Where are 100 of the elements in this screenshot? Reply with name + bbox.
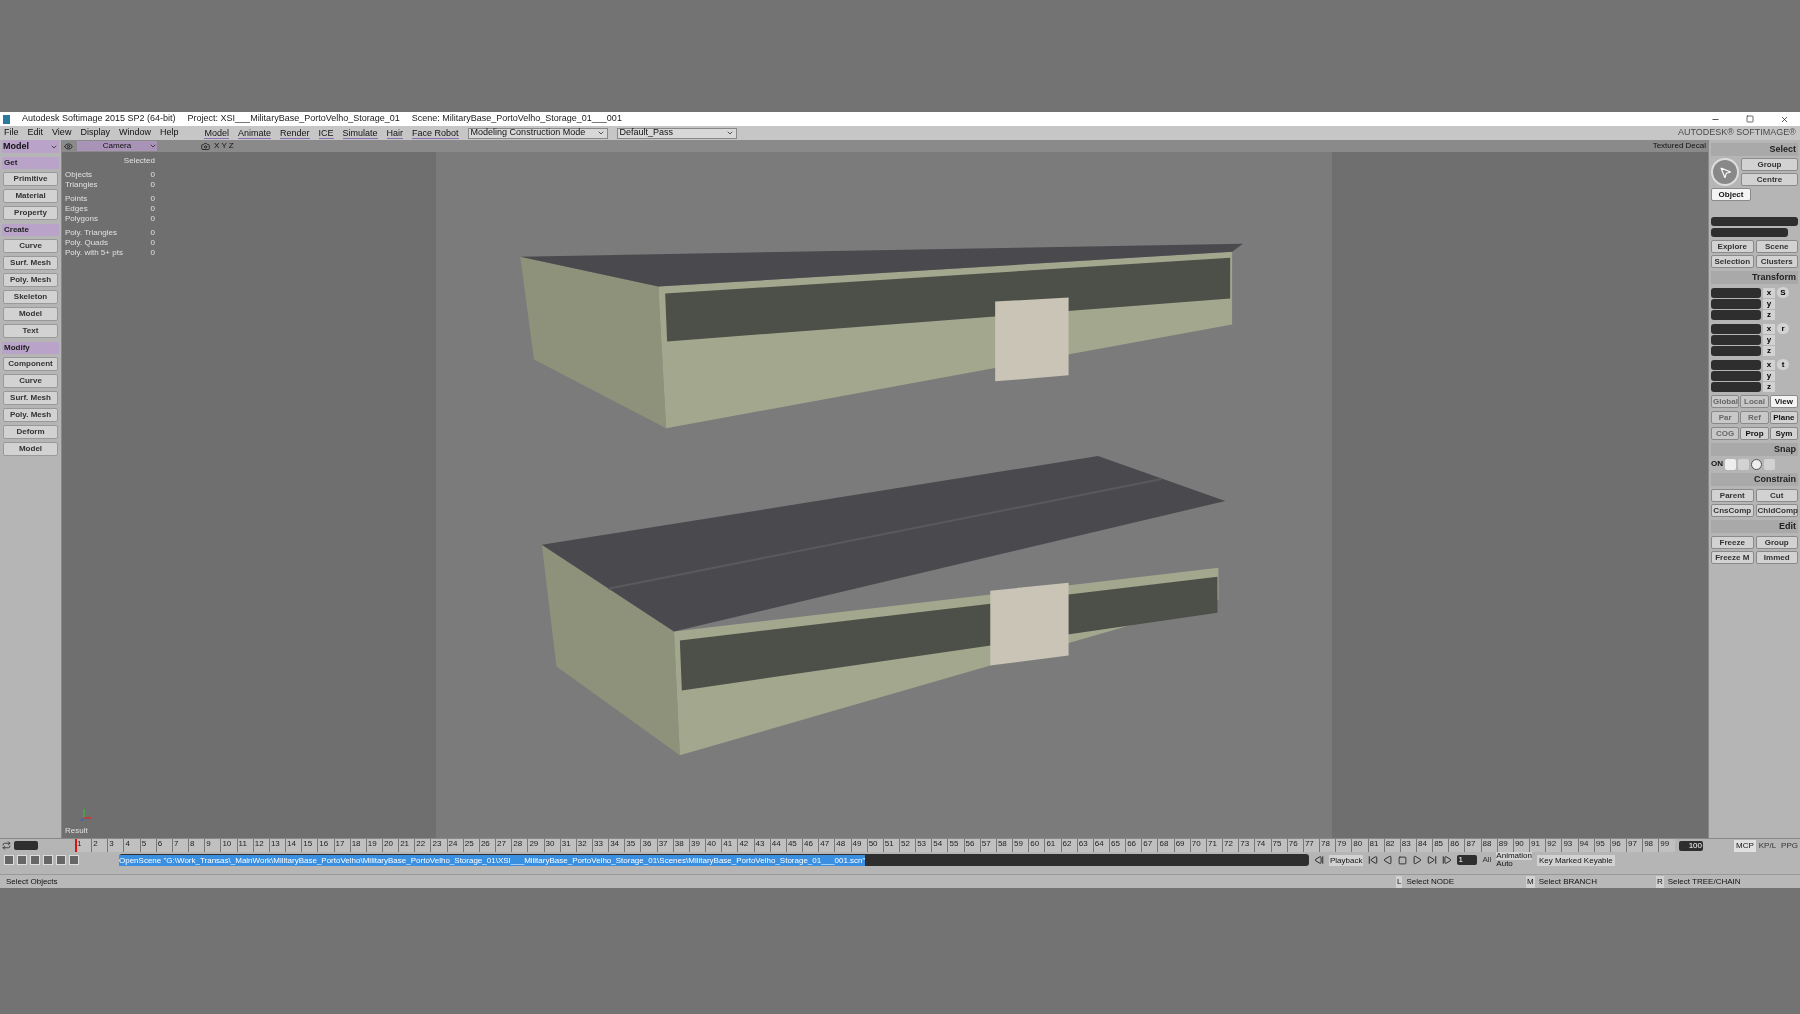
axis-toggle[interactable]: x (1763, 323, 1775, 334)
menu-item[interactable]: Help (159, 126, 179, 140)
tool-button[interactable]: Surf. Mesh (3, 391, 58, 405)
module-menu-item[interactable]: ICE (318, 127, 334, 139)
section-header[interactable]: Constrain (1711, 473, 1798, 486)
panel-tab[interactable]: MCP (1733, 839, 1756, 852)
tool-button[interactable]: Model (3, 442, 58, 456)
camera-icon[interactable] (201, 141, 210, 151)
tool-button[interactable]: Material (3, 189, 58, 203)
restore-icon[interactable] (1746, 115, 1754, 123)
panel-button[interactable]: Prop (1740, 427, 1769, 440)
menu-item[interactable]: Window (118, 126, 151, 140)
menu-item[interactable]: Edit (27, 126, 44, 140)
module-menu-item[interactable]: Face Robot (412, 127, 459, 139)
panel-button[interactable]: Group (1741, 158, 1798, 171)
value-field[interactable] (1711, 346, 1761, 356)
next-key-icon[interactable] (1442, 855, 1453, 865)
camera-dropdown[interactable]: Camera (77, 141, 157, 151)
auto-key-button[interactable]: Auto (1496, 860, 1532, 868)
transform-key-button[interactable]: S (1777, 287, 1789, 298)
tool-button[interactable]: Poly. Mesh (3, 273, 58, 287)
module-menu-item[interactable]: Simulate (342, 127, 378, 139)
section-header[interactable]: Edit (1711, 520, 1798, 533)
menu-item[interactable]: File (4, 126, 19, 140)
module-menu-item[interactable]: Animate (237, 127, 271, 139)
panel-button[interactable]: CnsComp (1711, 504, 1754, 517)
loop-icon[interactable] (2, 841, 11, 850)
select-tool-button[interactable] (1711, 158, 1739, 186)
close-icon[interactable] (1780, 114, 1789, 124)
axis-toggle[interactable]: y (1763, 335, 1775, 345)
section-header[interactable]: Get (2, 157, 59, 169)
display-mode-label[interactable]: Textured Decal (1652, 140, 1706, 152)
section-header[interactable]: Select (1711, 143, 1798, 156)
axis-toggle[interactable]: x (1763, 359, 1775, 370)
axis-toggle[interactable]: z (1763, 310, 1775, 320)
panel-button[interactable]: Immed (1755, 551, 1798, 564)
tool-button[interactable]: Text (3, 324, 58, 338)
panel-button[interactable]: View (1769, 395, 1798, 408)
tool-button[interactable]: Component (3, 357, 58, 371)
mode-dropdown[interactable]: Modeling Construction Mode (467, 127, 608, 139)
axis-toggle[interactable]: y (1763, 371, 1775, 381)
panel-button[interactable]: Clusters (1755, 255, 1798, 268)
panel-button[interactable]: ChldComp (1755, 504, 1798, 517)
panel-button[interactable]: Scene (1755, 240, 1798, 253)
section-header[interactable]: Modify (2, 342, 59, 354)
stop-icon[interactable] (1398, 855, 1408, 865)
animation-button[interactable]: Animation (1496, 852, 1532, 860)
panel-button[interactable]: Freeze M (1711, 551, 1754, 564)
value-field[interactable] (1711, 287, 1761, 298)
panel-tab[interactable]: KP/L (1756, 839, 1779, 852)
value-field[interactable] (1711, 299, 1761, 309)
panel-button[interactable]: Centre (1741, 173, 1798, 186)
tool-button[interactable]: Poly. Mesh (3, 408, 58, 422)
panel-button[interactable]: Cut (1755, 489, 1798, 502)
module-menu-item[interactable]: Render (280, 127, 310, 139)
end-frame-field[interactable]: 100 (1679, 840, 1703, 851)
transform-key-button[interactable]: r (1777, 323, 1789, 334)
transform-key-button[interactable]: t (1777, 359, 1789, 370)
eye-icon[interactable] (64, 141, 73, 151)
value-field[interactable] (1711, 323, 1761, 334)
axis-toggle[interactable]: x (1763, 287, 1775, 298)
panel-button[interactable]: Selection (1711, 255, 1754, 268)
panel-button[interactable]: Plane (1769, 411, 1798, 424)
menu-item[interactable]: View (52, 126, 72, 140)
value-field[interactable] (1711, 310, 1761, 320)
section-header[interactable]: Create (2, 224, 59, 236)
module-menu-item[interactable]: Model (204, 127, 229, 139)
tool-button[interactable]: Curve (3, 374, 58, 388)
value-field[interactable] (1711, 335, 1761, 345)
axis-toggle[interactable]: z (1763, 346, 1775, 356)
first-frame-icon[interactable] (1368, 855, 1379, 865)
panel-button[interactable]: Sym (1769, 427, 1798, 440)
tool-button[interactable]: Model (3, 307, 58, 321)
tool-button[interactable]: Property (3, 206, 58, 220)
keying-dropdown[interactable]: Key Marked Keyable (1536, 854, 1615, 866)
pass-dropdown[interactable]: Default_Pass (616, 127, 737, 139)
filter-field[interactable] (1711, 228, 1788, 237)
axis-toggle[interactable]: z (1763, 382, 1775, 392)
axes-label[interactable]: X Y Z (214, 140, 234, 152)
all-button[interactable]: All (1482, 854, 1492, 866)
timeline-field[interactable] (14, 841, 38, 850)
previous-key-icon[interactable] (1314, 855, 1324, 865)
play-backward-icon[interactable] (1383, 855, 1394, 865)
tool-button[interactable]: Surf. Mesh (3, 256, 58, 270)
playback-button[interactable]: Playback (1329, 854, 1364, 866)
tool-button[interactable]: Deform (3, 425, 58, 439)
section-header[interactable]: Transform (1711, 271, 1798, 284)
panel-button[interactable]: Group (1755, 536, 1798, 549)
toolbar-dropdown[interactable]: Model (2, 140, 59, 153)
panel-button[interactable]: Object (1711, 188, 1751, 201)
frame-field[interactable]: 1 (1457, 855, 1478, 865)
panel-button[interactable]: Freeze (1711, 536, 1754, 549)
value-field[interactable] (1711, 382, 1761, 392)
module-menu-item[interactable]: Hair (386, 127, 404, 139)
panel-button[interactable]: Explore (1711, 240, 1754, 253)
snap-toggle[interactable]: ON (1711, 458, 1723, 470)
panel-button[interactable]: Parent (1711, 489, 1754, 502)
tool-button[interactable]: Curve (3, 239, 58, 253)
value-field[interactable] (1711, 359, 1761, 370)
panel-tab[interactable]: PPG (1779, 839, 1800, 852)
